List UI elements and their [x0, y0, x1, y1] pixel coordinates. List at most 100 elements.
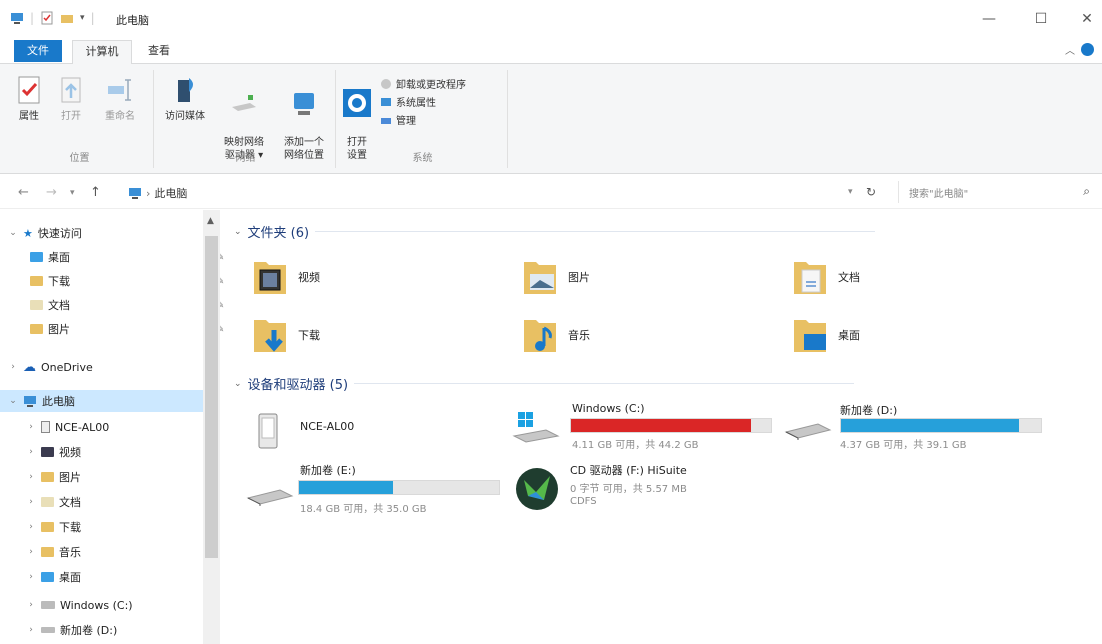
desktop-folder-icon — [794, 320, 826, 352]
sidebar-item-downloads[interactable]: 下载 ✎ — [30, 270, 224, 292]
drive-cd-f-hisuite[interactable]: CD 驱动器 (F:) HiSuite 0 字节 可用，共 5.57 MB CD… — [512, 460, 782, 520]
device-nce-al00[interactable]: NCE-AL00 — [252, 406, 472, 460]
up-arrow-icon[interactable]: ↑ — [90, 185, 101, 200]
chevron-right-icon[interactable]: › — [8, 362, 18, 372]
recent-locations-icon[interactable]: ▾ — [70, 188, 75, 198]
separator: | — [90, 11, 95, 25]
network-group-label: 网络 — [235, 153, 256, 164]
chevron-down-icon[interactable]: ⌄ — [8, 228, 18, 238]
sidebar-item-music[interactable]: › 音乐 — [26, 541, 81, 563]
uninstall-programs-button[interactable]: 卸载或更改程序 — [380, 76, 466, 91]
properties-button[interactable]: 属性 — [10, 74, 48, 123]
help-icon[interactable] — [1081, 43, 1094, 56]
folder-documents[interactable]: 文档 — [792, 256, 860, 298]
open-icon — [61, 77, 81, 103]
system-group-label: 系统 — [412, 153, 433, 164]
folder-music[interactable]: 音乐 — [522, 314, 590, 356]
this-pc-icon — [129, 188, 141, 199]
chevron-right-icon[interactable]: › — [26, 600, 36, 610]
devices-section-header[interactable]: ⌄ 设备和驱动器 (5) — [234, 374, 855, 393]
folder-videos[interactable]: 视频 — [252, 256, 320, 298]
tab-view[interactable]: 查看 — [138, 40, 180, 64]
search-input[interactable]: 搜索"此电脑" ⌕ — [898, 181, 1094, 203]
access-media-button[interactable]: 访问媒体 — [158, 74, 212, 123]
sidebar-item-onedrive[interactable]: › ☁ OneDrive — [8, 356, 93, 378]
videos-folder-icon — [254, 262, 286, 294]
folder-desktop[interactable]: 桌面 — [792, 314, 860, 356]
collapse-ribbon-icon[interactable]: ︿ — [1065, 42, 1075, 57]
scroll-up-icon[interactable]: ▲ — [207, 216, 214, 226]
sidebar-item-documents[interactable]: 文档 ✎ — [30, 294, 224, 316]
minimize-button[interactable]: — — [966, 6, 1012, 32]
forward-arrow-icon[interactable]: → — [46, 185, 57, 200]
chevron-right-icon[interactable]: › — [26, 497, 36, 507]
location-group-label: 位置 — [69, 153, 90, 164]
folders-section-header[interactable]: ⌄ 文件夹 (6) — [234, 222, 876, 241]
drive-new-volume-d[interactable]: 新加卷 (D:) 4.37 GB 可用，共 39.1 GB — [784, 396, 1054, 456]
open-button[interactable]: 打开 — [52, 74, 90, 123]
drive-icon — [246, 489, 294, 506]
music-icon — [41, 547, 54, 557]
chevron-right-icon[interactable]: › — [26, 447, 36, 457]
hisuite-icon — [516, 468, 558, 510]
chevron-right-icon[interactable]: › — [26, 472, 36, 482]
sidebar-item-windows-c[interactable]: › Windows (C:) — [26, 594, 132, 616]
refresh-icon[interactable]: ↻ — [866, 185, 876, 199]
sidebar-item-pictures-pc[interactable]: › 图片 — [26, 466, 81, 488]
folder-pictures[interactable]: 图片 — [522, 256, 590, 298]
close-button[interactable]: ✕ — [1064, 6, 1102, 32]
scrollbar-thumb[interactable] — [205, 236, 218, 558]
chevron-right-icon[interactable]: › — [26, 625, 36, 635]
manage-button[interactable]: 管理 — [380, 112, 416, 127]
manage-icon — [381, 117, 391, 124]
chevron-right-icon[interactable]: › — [26, 572, 36, 582]
network-group: 访问媒体 映射网络 驱动器 ▾ 添加一个 网络位置 网络 — [156, 70, 336, 168]
navigation-scrollbar[interactable]: ▲ — [203, 210, 220, 644]
chevron-right-icon[interactable]: › — [26, 547, 36, 557]
system-properties-button[interactable]: 系统属性 — [380, 94, 436, 109]
new-folder-icon[interactable] — [60, 11, 74, 25]
drive-usage-fill — [841, 419, 1019, 432]
drive-windows-c[interactable]: Windows (C:) 4.11 GB 可用，共 44.2 GB — [512, 396, 782, 456]
chevron-down-icon[interactable]: ⌄ — [234, 379, 242, 389]
properties-icon[interactable] — [40, 11, 54, 25]
sidebar-item-desktop-pc[interactable]: › 桌面 — [26, 566, 81, 588]
rename-button[interactable]: 重命名 — [96, 74, 144, 123]
windows-drive-icon — [512, 412, 560, 443]
breadcrumb[interactable]: › 此电脑 — [128, 185, 187, 201]
drive-new-volume-e[interactable]: 新加卷 (E:) 18.4 GB 可用，共 35.0 GB — [246, 460, 516, 520]
pictures-icon — [30, 324, 43, 334]
chevron-right-icon[interactable]: › — [26, 522, 36, 532]
back-arrow-icon[interactable]: ← — [18, 185, 29, 200]
sidebar-item-videos[interactable]: › 视频 — [26, 441, 81, 463]
folder-downloads[interactable]: 下载 — [252, 314, 320, 356]
phone-icon — [41, 421, 50, 433]
sidebar-item-desktop[interactable]: 桌面 ✎ — [30, 246, 224, 268]
chevron-down-icon[interactable]: ⌄ — [8, 396, 18, 406]
chevron-right-icon[interactable]: › — [26, 422, 36, 432]
uninstall-icon — [381, 78, 391, 89]
sidebar-item-this-pc[interactable]: ⌄ 此电脑 — [0, 390, 203, 412]
music-folder-icon — [524, 320, 556, 352]
content-pane: ⌄ 文件夹 (6) 视频 图片 文档 下载 音乐 桌面 ⌄ 设备和驱动器 (5)… — [222, 210, 1102, 644]
drive-icon — [41, 627, 55, 633]
gear-icon — [343, 89, 371, 117]
divider — [315, 231, 876, 232]
sidebar-item-new-volume-d[interactable]: › 新加卷 (D:) — [26, 619, 117, 641]
tab-computer[interactable]: 计算机 — [72, 40, 132, 64]
chevron-down-icon[interactable]: ▾ — [80, 13, 85, 23]
tab-file[interactable]: 文件 — [14, 40, 62, 62]
breadcrumb-separator: › — [146, 186, 151, 200]
sidebar-item-pictures[interactable]: 图片 ✎ — [30, 318, 224, 340]
breadcrumb-this-pc[interactable]: 此电脑 — [154, 185, 187, 201]
sidebar-item-nce-al00[interactable]: › NCE-AL00 — [26, 416, 109, 438]
drive-usage-bar — [570, 418, 772, 433]
maximize-button[interactable]: ☐ — [1018, 6, 1064, 32]
sidebar-item-downloads-pc[interactable]: › 下载 — [26, 516, 81, 538]
system-properties-icon — [381, 97, 391, 106]
divider — [354, 383, 855, 384]
sidebar-item-documents-pc[interactable]: › 文档 — [26, 491, 81, 513]
address-dropdown-icon[interactable]: ▾ — [848, 187, 853, 197]
sidebar-item-quick-access[interactable]: ⌄ ★ 快速访问 — [8, 222, 82, 244]
chevron-down-icon[interactable]: ⌄ — [234, 227, 242, 237]
